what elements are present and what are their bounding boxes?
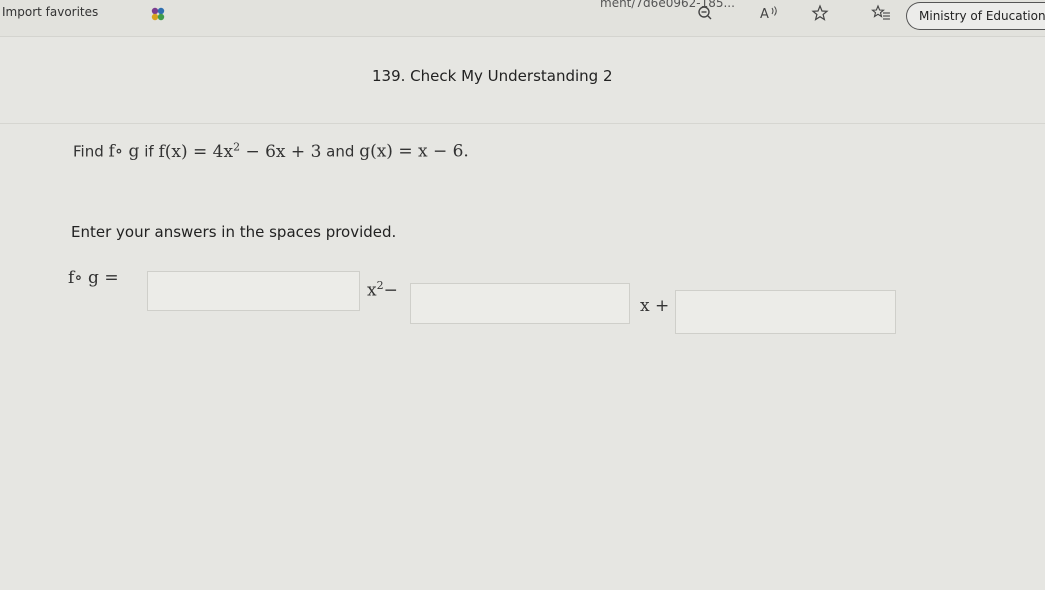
find-word: Find: [73, 142, 104, 161]
x-plus-term: x +: [640, 296, 670, 316]
svg-text:A: A: [760, 7, 769, 22]
title-divider: [0, 123, 1045, 124]
if-word: if: [144, 142, 154, 161]
x-squared-term: x2−: [367, 279, 398, 301]
page-title: 139. Check My Understanding 2: [372, 67, 613, 85]
f-exponent: 2: [233, 140, 241, 153]
x-coefficient-input[interactable]: [410, 283, 630, 324]
and-word: and: [326, 142, 355, 161]
read-aloud-icon[interactable]: A: [759, 4, 781, 22]
minus-operator: −: [383, 280, 398, 301]
constant-term-input[interactable]: [675, 290, 896, 334]
x-squared-exponent: 2: [376, 279, 384, 292]
composition-symbol: f∘ g: [108, 141, 140, 162]
g-definition: g(x) = x − 6.: [359, 141, 469, 162]
import-favorites-link[interactable]: Import favorites: [2, 5, 98, 19]
instruction-text: Enter your answers in the spaces provide…: [71, 223, 397, 241]
zoom-out-icon[interactable]: [696, 4, 714, 22]
question-text: Find f∘ g if f(x) = 4x2 − 6x + 3 and g(x…: [73, 140, 469, 162]
browser-toolbar: Import favorites ment/7d6e0962-185... A …: [0, 0, 1045, 36]
favorites-list-icon[interactable]: [871, 4, 891, 22]
address-bar-text[interactable]: ment/7d6e0962-185...: [600, 0, 735, 10]
x-squared-base: x: [367, 280, 377, 301]
favorite-star-icon[interactable]: [811, 4, 829, 22]
f-definition-rest: − 6x + 3: [240, 141, 322, 162]
favorite-site-logo-icon[interactable]: [150, 6, 166, 22]
f-definition: f(x) = 4x: [158, 141, 234, 162]
ministry-of-education-button[interactable]: Ministry of Education: [906, 2, 1045, 30]
x-squared-coefficient-input[interactable]: [147, 271, 360, 311]
toolbar-divider: [0, 36, 1045, 37]
answer-lhs: f∘ g =: [68, 268, 119, 288]
